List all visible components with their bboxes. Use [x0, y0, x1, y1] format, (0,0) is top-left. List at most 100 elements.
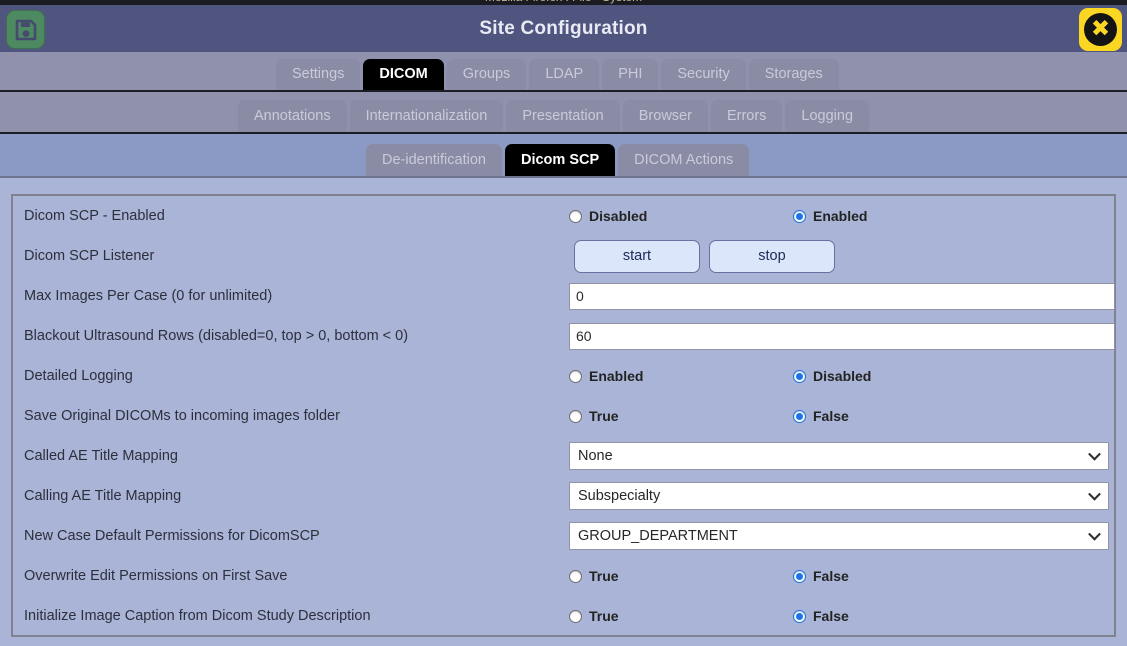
radio-option-false[interactable]: False [793, 608, 849, 624]
blackout-ultrasound-rows-disabled-0-top-0-bottom-0-input[interactable] [569, 322, 1115, 350]
radio-button-enabled-selected[interactable] [793, 209, 806, 223]
radio-button-enabled[interactable] [569, 369, 582, 383]
field-control: GROUP_DEPARTMENT [569, 522, 1114, 550]
tab-browser[interactable]: Browser [622, 100, 708, 132]
new-case-default-permissions-for-dicomscp-select[interactable]: GROUP_DEPARTMENT [569, 522, 1109, 550]
form-row-dicom-scp-listener: Dicom SCP Listener start stop [13, 236, 1114, 276]
tab-presentation[interactable]: Presentation [506, 100, 620, 132]
stop-button[interactable]: stop [709, 239, 835, 273]
field-label: Dicom SCP - Enabled [24, 208, 165, 224]
radio-label: Disabled [813, 368, 872, 384]
close-x-icon[interactable]: ✖ [1079, 8, 1122, 51]
radio-button-true[interactable] [569, 409, 582, 423]
calling-ae-title-mapping-select[interactable]: Subspecialty [569, 482, 1109, 510]
tab-ldap[interactable]: LDAP [529, 59, 600, 90]
radio-group-dicom-scp-enabled: Disabled Enabled [569, 208, 1114, 224]
select-value: None [578, 448, 613, 464]
field-control [569, 282, 1115, 310]
field-control: Disabled Enabled [569, 208, 1114, 224]
field-label: Initialize Image Caption from Dicom Stud… [24, 608, 371, 624]
form-row-max-images-per-case-0-for-unlimited: Max Images Per Case (0 for unlimited) [13, 276, 1115, 316]
tab-annotations[interactable]: Annotations [238, 100, 347, 132]
tab-logging[interactable]: Logging [785, 100, 870, 132]
tab-groups[interactable]: Groups [446, 59, 527, 90]
radio-group-save-original-dicoms-to-incoming-images-folder: True False [569, 408, 1114, 424]
start-button[interactable]: start [574, 239, 700, 273]
tab-storages[interactable]: Storages [748, 59, 839, 90]
field-control: start stop [569, 239, 1114, 273]
radio-label: False [813, 408, 849, 424]
form-row-detailed-logging: Detailed Logging Enabled Disabled [13, 356, 1114, 396]
select-value: GROUP_DEPARTMENT [578, 528, 738, 544]
field-label: Max Images Per Case (0 for unlimited) [24, 288, 273, 304]
radio-option-true[interactable]: True [569, 408, 793, 424]
radio-label: True [589, 608, 619, 624]
radio-option-false[interactable]: False [793, 408, 849, 424]
field-label: Detailed Logging [24, 368, 133, 384]
page-title: Site Configuration [479, 17, 648, 39]
title-bar: Site Configuration ✖ [0, 5, 1127, 52]
radio-label: False [813, 568, 849, 584]
form-row-overwrite-edit-permissions-on-first-save: Overwrite Edit Permissions on First Save… [13, 556, 1114, 596]
tab-de-identification[interactable]: De-identification [366, 144, 502, 176]
field-control: True False [569, 408, 1114, 424]
form-row-called-ae-title-mapping: Called AE Title Mapping None [13, 436, 1114, 476]
radio-button-disabled-selected[interactable] [793, 369, 806, 383]
radio-group-overwrite-edit-permissions-on-first-save: True False [569, 568, 1114, 584]
radio-button-disabled[interactable] [569, 209, 582, 223]
field-control: True False [569, 608, 1114, 624]
tertiary-tab-bar: De-identification Dicom SCP DICOM Actions [0, 134, 1127, 178]
radio-option-true[interactable]: True [569, 568, 793, 584]
dicom-scp-settings-panel: Dicom SCP - Enabled Disabled Enabled Dicom … [11, 194, 1116, 637]
tab-internationalization[interactable]: Internationalization [349, 100, 504, 132]
tab-phi[interactable]: PHI [602, 59, 659, 90]
chevron-down-icon[interactable] [1088, 487, 1101, 501]
field-control [569, 322, 1115, 350]
field-label: New Case Default Permissions for DicomSC… [24, 528, 320, 544]
radio-option-true[interactable]: True [569, 608, 793, 624]
secondary-tab-bar: Annotations Internationalization Presentat… [0, 92, 1127, 134]
form-row-blackout-ultrasound-rows-disabled-0-top-0-bottom-0: Blackout Ultrasound Rows (disabled=0, to… [13, 316, 1115, 356]
field-control: Enabled Disabled [569, 368, 1114, 384]
chevron-down-icon[interactable] [1088, 527, 1101, 541]
max-images-per-case-0-for-unlimited-input[interactable] [569, 282, 1115, 310]
field-label: Overwrite Edit Permissions on First Save [24, 568, 288, 584]
radio-option-disabled[interactable]: Disabled [569, 208, 793, 224]
radio-button-false-selected[interactable] [793, 569, 806, 583]
radio-button-true[interactable] [569, 609, 582, 623]
radio-label: Enabled [813, 208, 868, 224]
radio-option-false[interactable]: False [793, 568, 849, 584]
radio-label: True [589, 568, 619, 584]
radio-option-enabled[interactable]: Enabled [569, 368, 793, 384]
close-glyph: ✖ [1084, 13, 1117, 46]
radio-button-false-selected[interactable] [793, 409, 806, 423]
primary-tab-bar: Settings DICOM Groups LDAP PHI Security Storag… [0, 52, 1127, 92]
field-label: Save Original DICOMs to incoming images … [24, 408, 340, 424]
tab-security[interactable]: Security [661, 59, 746, 90]
select-value: Subspecialty [578, 488, 661, 504]
form-row-initialize-image-caption-from-dicom-study-description: Initialize Image Caption from Dicom Stud… [13, 596, 1114, 636]
radio-label: Disabled [589, 208, 648, 224]
radio-label: Enabled [589, 368, 644, 384]
form-row-save-original-dicoms-to-incoming-images-folder: Save Original DICOMs to incoming images … [13, 396, 1114, 436]
radio-button-true[interactable] [569, 569, 582, 583]
tab-settings[interactable]: Settings [276, 59, 361, 90]
floppy-disk-save-icon[interactable] [6, 10, 45, 49]
tab-dicom-actions[interactable]: DICOM Actions [618, 144, 750, 176]
radio-group-detailed-logging: Enabled Disabled [569, 368, 1114, 384]
field-control: None [569, 442, 1114, 470]
radio-option-disabled[interactable]: Disabled [793, 368, 871, 384]
radio-option-enabled[interactable]: Enabled [793, 208, 867, 224]
called-ae-title-mapping-select[interactable]: None [569, 442, 1109, 470]
form-row-new-case-default-permissions-for-dicomscp: New Case Default Permissions for DicomSC… [13, 516, 1114, 556]
tab-errors[interactable]: Errors [710, 100, 783, 132]
field-label: Dicom SCP Listener [24, 248, 155, 264]
radio-button-false-selected[interactable] [793, 609, 806, 623]
field-control: Subspecialty [569, 482, 1114, 510]
form-row-calling-ae-title-mapping: Calling AE Title Mapping Subspecialty [13, 476, 1114, 516]
tab-dicom[interactable]: DICOM [363, 59, 444, 90]
field-control: True False [569, 568, 1114, 584]
chevron-down-icon[interactable] [1088, 447, 1101, 461]
tab-dicom-scp[interactable]: Dicom SCP [504, 144, 616, 176]
form-row-dicom-scp-enabled: Dicom SCP - Enabled Disabled Enabled [13, 196, 1114, 236]
